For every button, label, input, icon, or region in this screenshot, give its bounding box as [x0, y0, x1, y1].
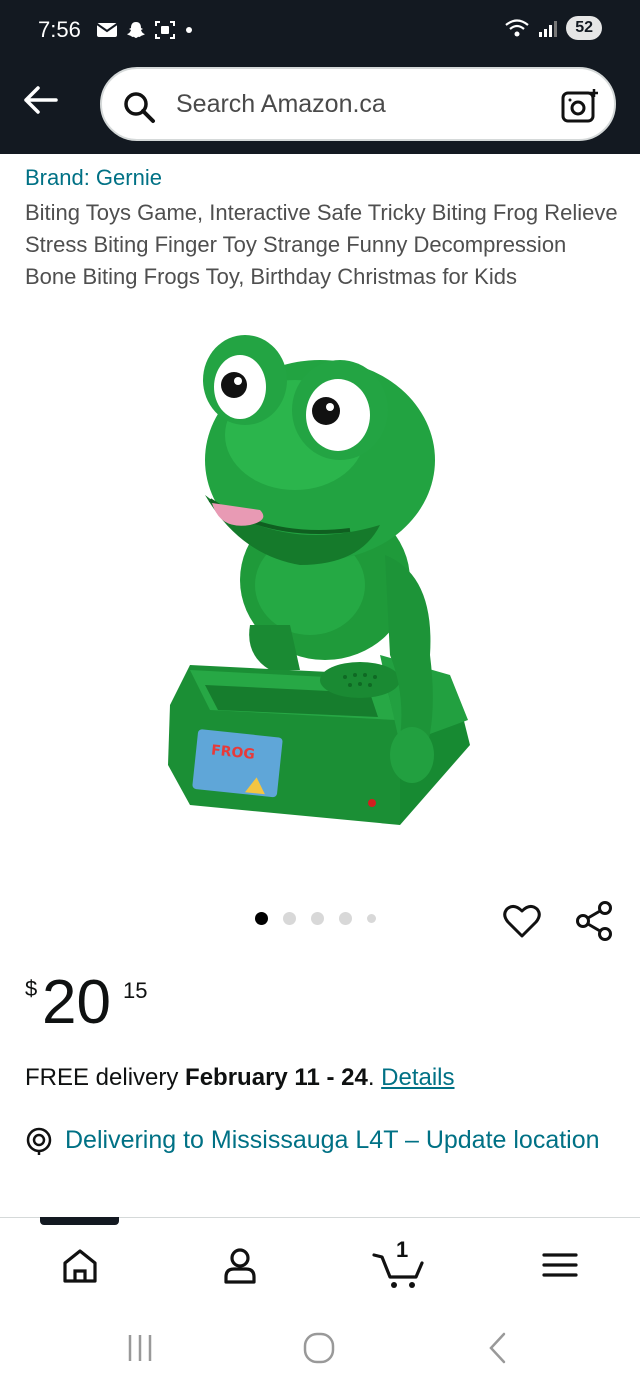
- brand-link[interactable]: Brand: Gernie: [25, 165, 162, 191]
- status-time: 7:56: [38, 17, 81, 42]
- back-arrow-icon[interactable]: [20, 80, 60, 120]
- wifi-icon: [505, 19, 529, 37]
- camera-search-icon[interactable]: [560, 87, 600, 125]
- battery-level: 52: [566, 16, 602, 40]
- delivery-details-link[interactable]: Details: [381, 1064, 454, 1091]
- carousel-dot[interactable]: [339, 912, 352, 925]
- price-whole: 20: [42, 968, 111, 1037]
- bottom-nav: 1: [0, 1225, 640, 1305]
- status-bar: 7:56 52: [0, 0, 640, 62]
- signal-icon: [539, 21, 558, 37]
- frog-toy-illustration: FROG: [168, 335, 470, 825]
- recent-apps-icon[interactable]: [124, 1333, 156, 1363]
- nav-cart[interactable]: 1: [370, 1235, 434, 1295]
- screenshot-icon: [155, 21, 175, 39]
- price-currency: $: [25, 976, 38, 1001]
- carousel-dot[interactable]: [283, 912, 296, 925]
- system-back-icon[interactable]: [484, 1331, 514, 1365]
- carousel-dot[interactable]: [255, 912, 268, 925]
- home-button-icon[interactable]: [302, 1331, 336, 1365]
- system-icons: 52: [504, 16, 602, 40]
- delivery-prefix: FREE delivery: [25, 1064, 186, 1091]
- price-fraction: 15: [123, 978, 148, 1003]
- delivery-info: FREE delivery February 11 - 24. Details: [25, 1064, 455, 1092]
- search-header: Search Amazon.ca: [0, 62, 640, 154]
- cart-count: 1: [396, 1237, 409, 1262]
- product-image[interactable]: FROG: [150, 325, 490, 855]
- mail-icon: [96, 23, 118, 37]
- delivery-dates: February 11 - 24: [185, 1064, 368, 1091]
- carousel-dot[interactable]: [311, 912, 324, 925]
- location-pin-icon: [26, 1127, 52, 1155]
- menu-icon: [542, 1253, 578, 1277]
- search-input[interactable]: Search Amazon.ca: [176, 90, 386, 119]
- dot-icon: [186, 27, 192, 33]
- search-icon: [124, 92, 155, 123]
- system-navigation-bar: [0, 1305, 640, 1388]
- image-carousel-dots[interactable]: [255, 912, 376, 925]
- location-text[interactable]: Delivering to Mississauga L4T – Update l…: [65, 1122, 605, 1158]
- carousel-dot[interactable]: [367, 914, 376, 923]
- delivery-suffix: .: [367, 1064, 382, 1091]
- snapchat-icon: [127, 22, 145, 38]
- home-icon: [63, 1249, 97, 1283]
- notification-icons: [96, 20, 194, 40]
- nav-account[interactable]: [210, 1235, 270, 1295]
- nav-menu[interactable]: [530, 1235, 590, 1295]
- share-icon[interactable]: [575, 900, 615, 942]
- product-title: Biting Toys Game, Interactive Safe Trick…: [25, 200, 618, 289]
- active-tab-indicator: [40, 1217, 119, 1225]
- search-bar[interactable]: Search Amazon.ca: [100, 67, 616, 141]
- wishlist-heart-icon[interactable]: [502, 901, 542, 941]
- nav-home[interactable]: [50, 1235, 110, 1295]
- account-icon: [224, 1248, 256, 1284]
